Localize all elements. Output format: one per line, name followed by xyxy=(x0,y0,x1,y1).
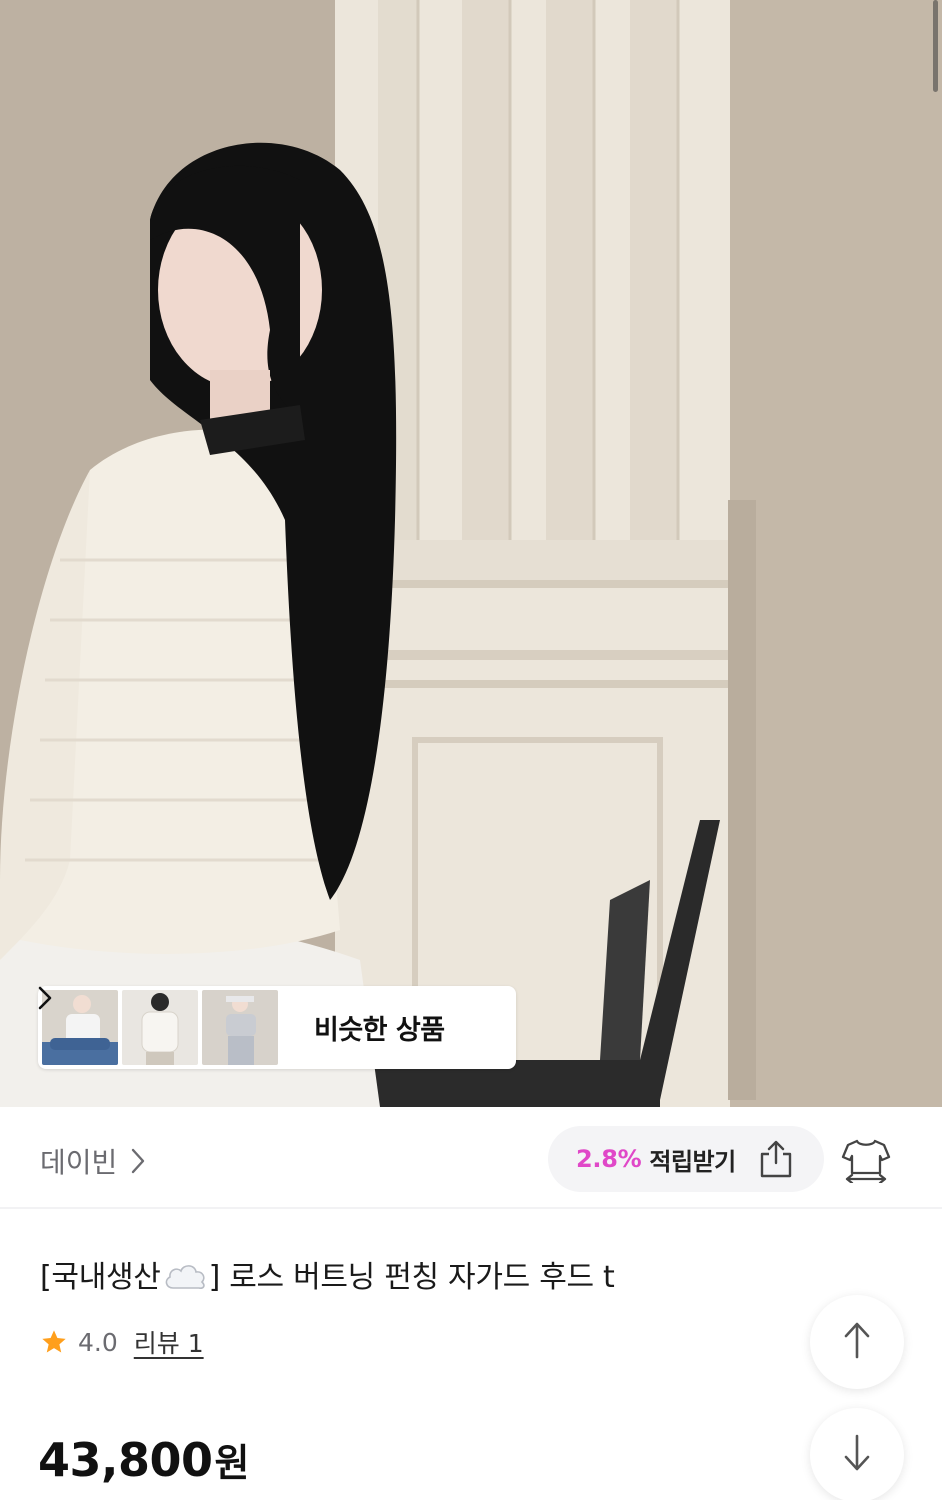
product-title-suffix: ] 로스 버트닝 펀칭 자가드 후드 t xyxy=(208,1260,615,1295)
reward-button[interactable]: 2.8% 적립받기 xyxy=(548,1126,824,1192)
rating-value: 4.0 xyxy=(78,1327,118,1357)
product-photo xyxy=(0,0,942,1107)
product-title: [국내생산 ] 로스 버트닝 펀칭 자가드 후드 t xyxy=(40,1252,615,1298)
product-detail-page: 비슷한 상품 데이빈 2.8% 적립받기 [국내생산] 로스 버트닝 펀칭 자… xyxy=(0,0,942,1500)
cloud-icon xyxy=(163,1262,207,1298)
price-value: 43,800 xyxy=(38,1433,213,1487)
brand-link[interactable]: 데이빈 xyxy=(40,1141,145,1181)
review-link[interactable]: 리뷰 1 xyxy=(134,1324,204,1360)
similar-thumb-3[interactable] xyxy=(202,990,278,1065)
similar-thumb-2[interactable] xyxy=(122,990,198,1065)
fitting-icon[interactable] xyxy=(840,1137,892,1183)
brand-name: 데이빈 xyxy=(40,1146,118,1179)
product-title-prefix: [국내생산 xyxy=(40,1260,161,1295)
arrow-up-icon xyxy=(841,1321,873,1363)
scroll-bottom-button[interactable] xyxy=(810,1408,904,1500)
chevron-right-icon xyxy=(131,1148,145,1174)
similar-products-card[interactable]: 비슷한 상품 xyxy=(38,986,516,1069)
reward-rate: 2.8% xyxy=(576,1145,642,1173)
scroll-indicator xyxy=(933,0,938,92)
share-icon[interactable] xyxy=(756,1139,796,1179)
rating-row: 4.0 리뷰 1 xyxy=(40,1324,204,1360)
star-icon xyxy=(40,1328,68,1356)
product-main-image[interactable]: 비슷한 상품 xyxy=(0,0,942,1107)
brand-row: 데이빈 2.8% 적립받기 xyxy=(0,1107,942,1209)
scroll-top-button[interactable] xyxy=(810,1295,904,1389)
price-unit: 원 xyxy=(214,1441,250,1485)
similar-products-label[interactable]: 비슷한 상품 xyxy=(314,1008,445,1047)
arrow-down-icon xyxy=(841,1434,873,1476)
reward-label: 적립받기 xyxy=(649,1147,736,1176)
product-price: 43,800 원 xyxy=(38,1432,249,1487)
similar-thumb-1[interactable] xyxy=(42,990,118,1065)
